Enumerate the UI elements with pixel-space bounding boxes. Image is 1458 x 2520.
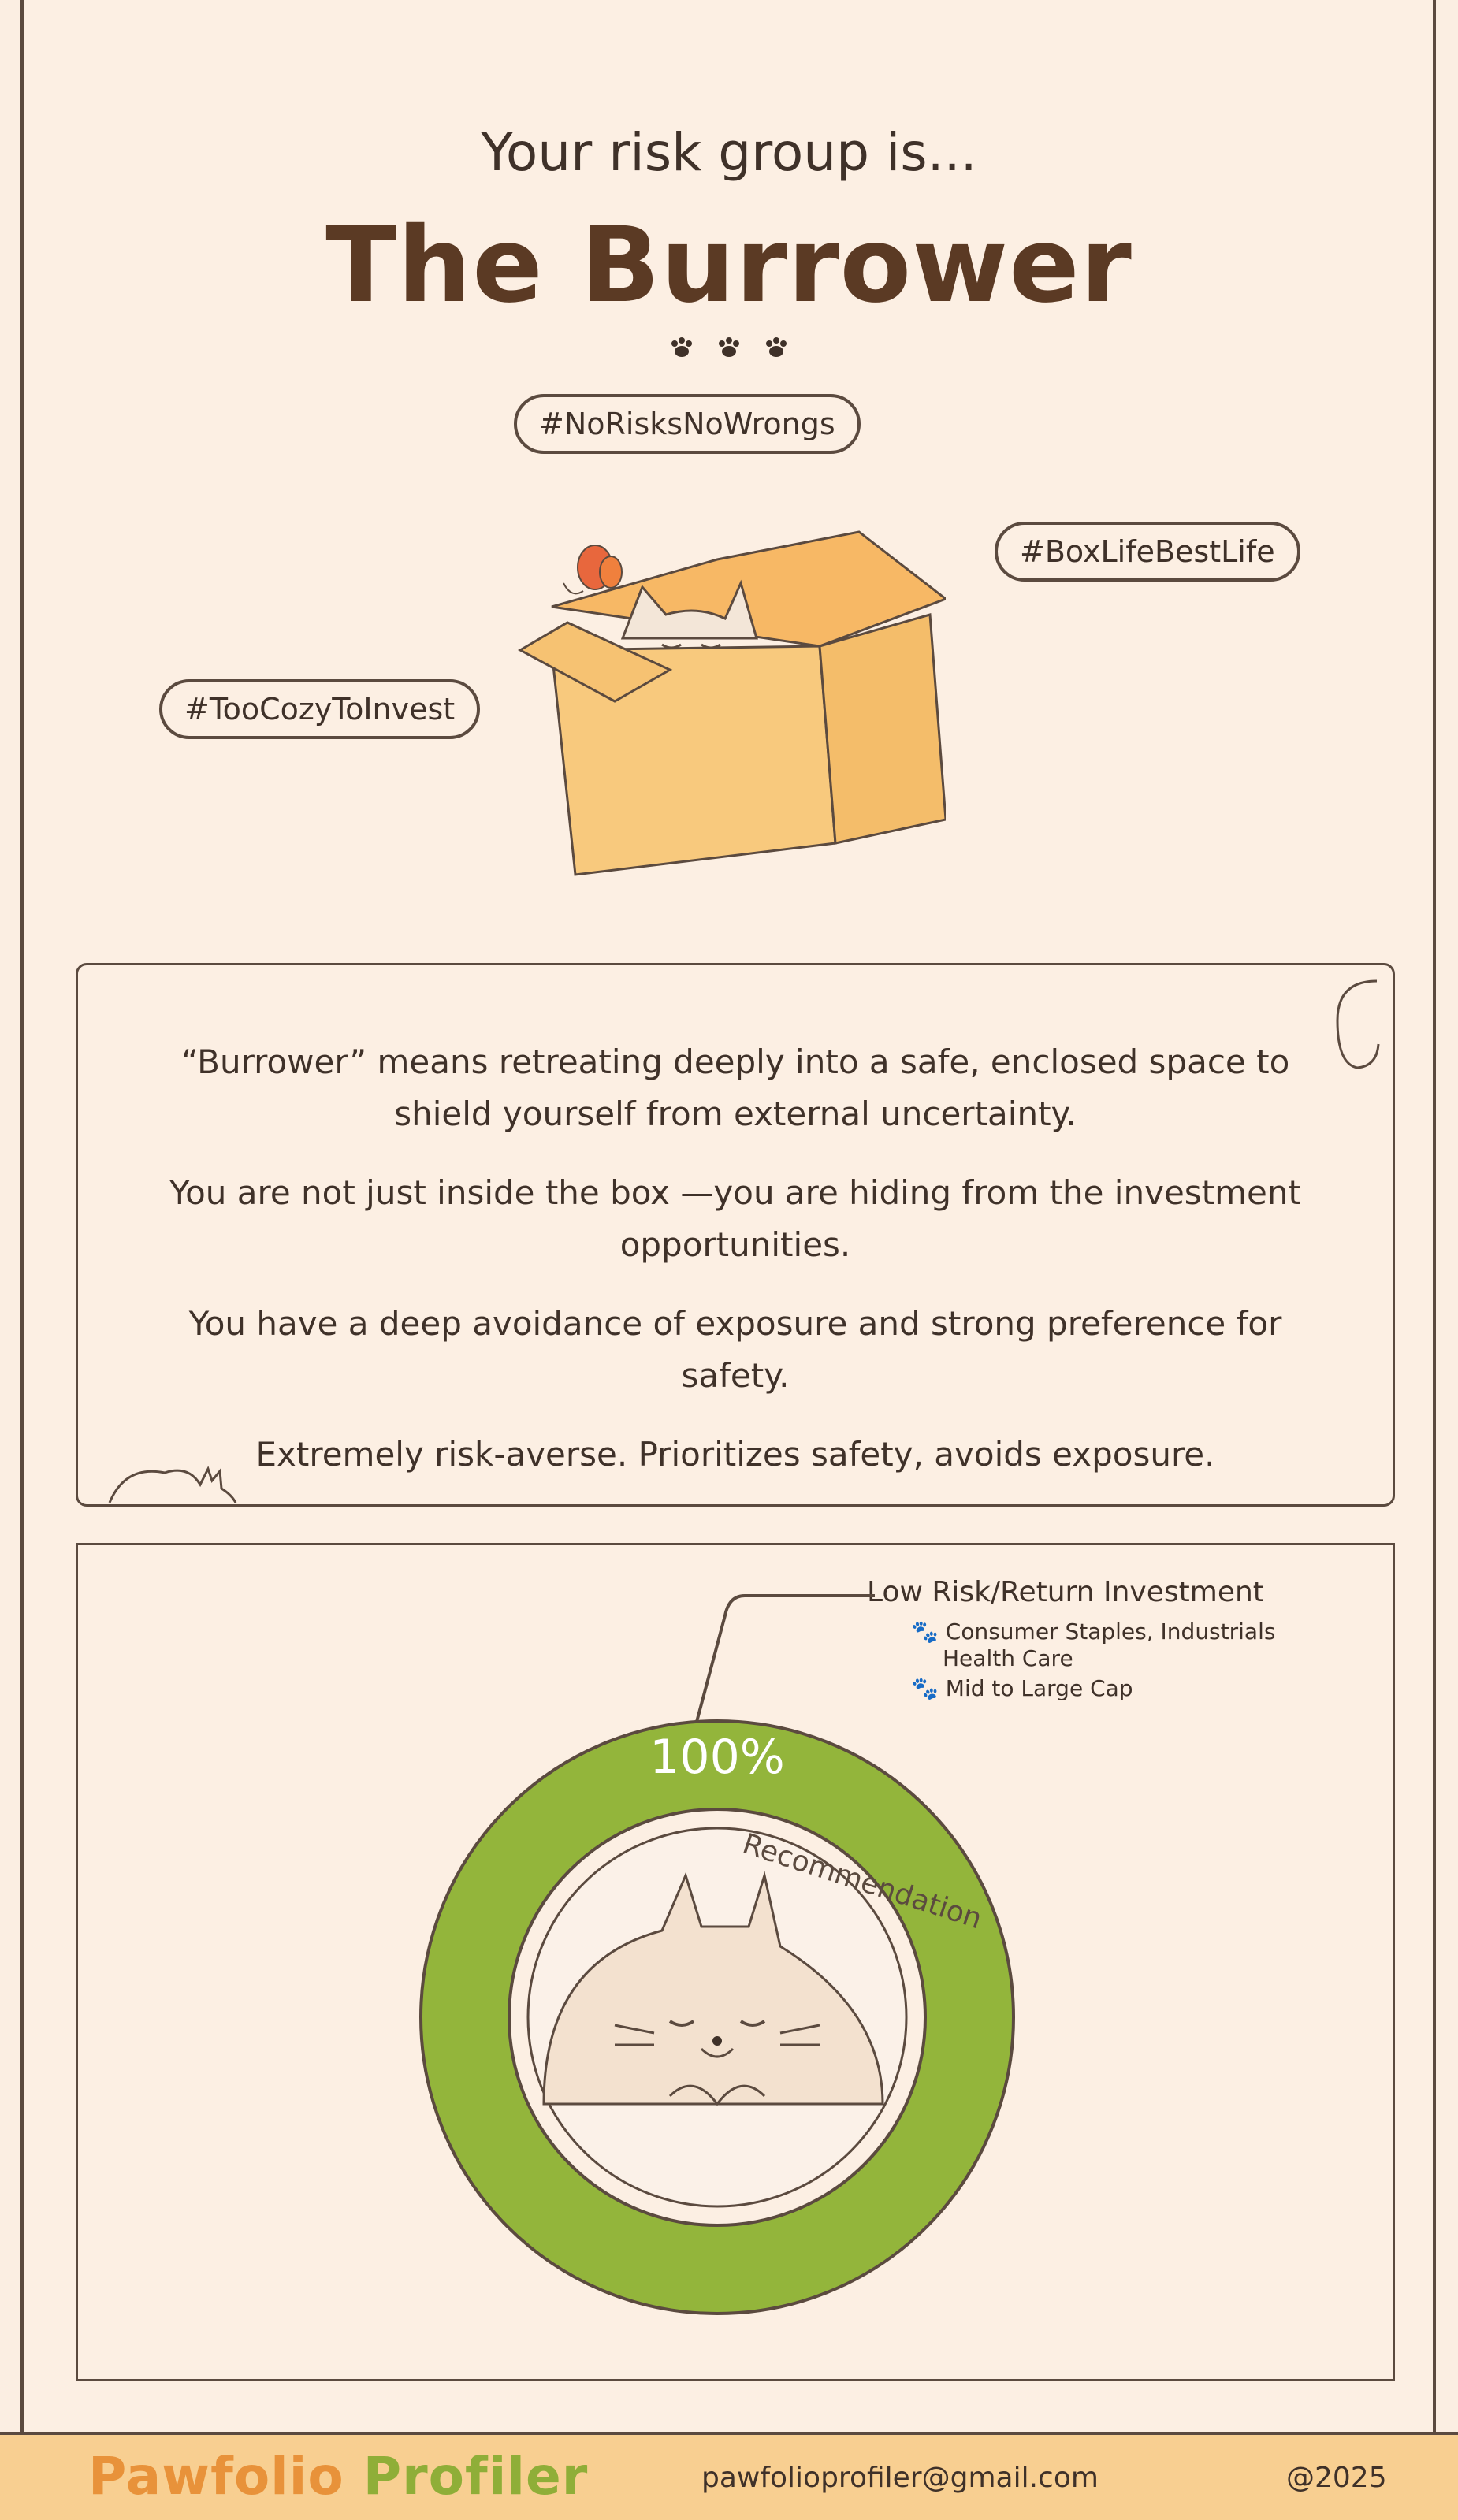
paw-bullet-icon: 🐾 — [911, 1619, 939, 1645]
paw-bullet-icon: 🐾 — [911, 1675, 939, 1701]
copyright: @2025 — [1286, 2462, 1387, 2494]
description-paragraph: Extremely risk-averse. Prioritizes safet… — [255, 1435, 1215, 1474]
allocation-donut-chart: 100% Recommendation — [419, 1719, 1015, 2315]
recommendation-item: 🐾 Consumer Staples, Industrials — [911, 1619, 1276, 1645]
description-paragraph: “Burrower” means retreating deeply into … — [180, 1043, 1290, 1133]
percent-label: 100% — [649, 1730, 785, 1785]
description-panel: “Burrower” means retreating deeply into … — [76, 963, 1395, 1507]
recommendation-item: Health Care — [943, 1645, 1073, 1671]
brand-logo: Pawfolio Profiler — [88, 2446, 589, 2507]
paw-icon — [671, 337, 692, 357]
description-paragraph: You have a deep avoidance of exposure an… — [188, 1304, 1282, 1395]
hashtag-box-life: #BoxLifeBestLife — [995, 522, 1300, 582]
paw-divider — [0, 331, 1458, 366]
cat-in-box-illustration — [517, 530, 946, 876]
pretitle: Your risk group is... — [481, 122, 977, 183]
page: Your risk group is... The Burrower #NoRi… — [0, 0, 1458, 2520]
footer: Pawfolio Profiler pawfolioprofiler@gmail… — [0, 2432, 1458, 2520]
recommendation-title: Low Risk/Return Investment — [867, 1576, 1264, 1608]
recommendation-item: 🐾 Mid to Large Cap — [911, 1675, 1133, 1701]
hashtag-no-risks: #NoRisksNoWrongs — [514, 394, 861, 454]
description-paragraph: You are not just inside the box —you are… — [169, 1173, 1301, 1264]
page-title: The Burrower — [325, 205, 1133, 326]
paw-icon — [719, 337, 739, 357]
cat-paw-doodle — [1336, 979, 1380, 1069]
hashtag-too-cozy: #TooCozyToInvest — [159, 679, 481, 739]
paw-icon — [766, 337, 787, 357]
contact-email[interactable]: pawfolioprofiler@gmail.com — [701, 2462, 1099, 2494]
butterfly-icon — [563, 545, 623, 595]
paw-icons — [671, 337, 787, 357]
sleeping-cat-doodle — [108, 1466, 237, 1503]
